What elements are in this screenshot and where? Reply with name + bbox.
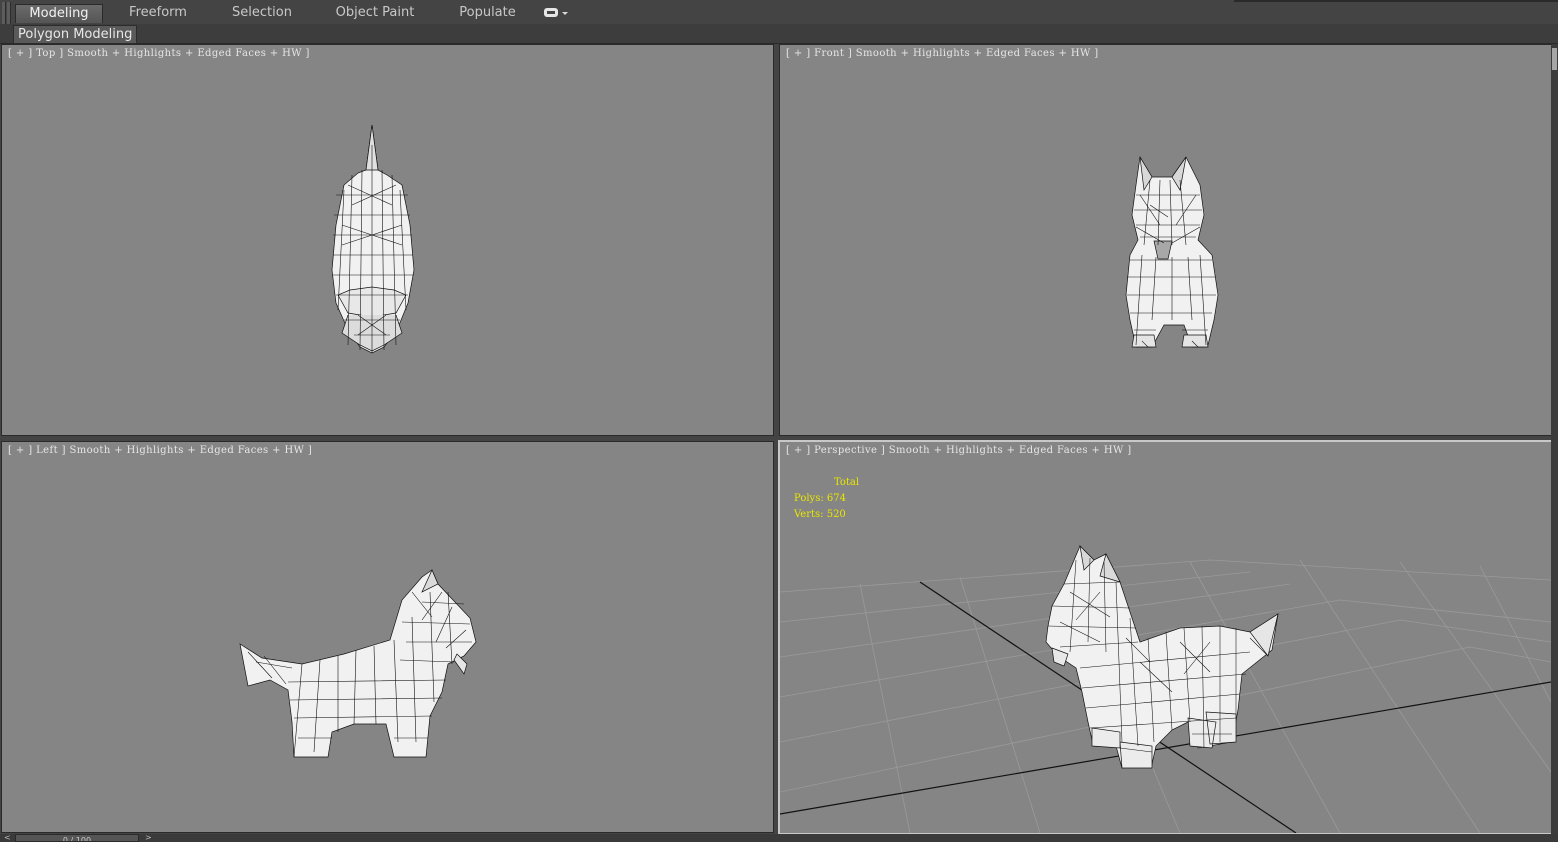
ribbon-divider bbox=[1234, 0, 1558, 2]
viewport-scrollbar-thumb[interactable] bbox=[1552, 48, 1557, 70]
perspective-scene[interactable] bbox=[780, 442, 1551, 833]
tab-object-paint[interactable]: Object Paint bbox=[330, 4, 420, 22]
viewport-left[interactable]: [ + ] Left ] Smooth + Highlights + Edged… bbox=[1, 441, 774, 833]
tab-populate[interactable]: Populate bbox=[450, 4, 525, 22]
time-slider-bar bbox=[0, 834, 1558, 842]
dog-mesh-left-view[interactable] bbox=[2, 442, 773, 832]
viewport-perspective[interactable]: [ + ] Perspective ] Smooth + Highlights … bbox=[778, 440, 1553, 835]
viewport-front[interactable]: [ + ] Front ] Smooth + Highlights + Edge… bbox=[779, 44, 1552, 436]
time-next-arrow-icon[interactable]: > bbox=[145, 833, 152, 842]
viewport-top[interactable]: [ + ] Top ] Smooth + Highlights + Edged … bbox=[1, 44, 774, 436]
tab-freeform[interactable]: Freeform bbox=[118, 4, 198, 22]
time-slider[interactable]: 0 / 100 bbox=[15, 834, 139, 842]
ribbon-options-icon[interactable] bbox=[543, 6, 571, 20]
tab-selection[interactable]: Selection bbox=[222, 4, 302, 22]
ribbon-panel-row bbox=[0, 24, 1558, 44]
dog-mesh-top-view[interactable] bbox=[2, 45, 773, 435]
ribbon-tab-bar: Modeling Freeform Selection Object Paint… bbox=[0, 0, 1558, 42]
viewport-scrollbar[interactable] bbox=[1551, 44, 1558, 834]
polygon-modeling-button[interactable]: Polygon Modeling bbox=[13, 25, 138, 44]
dog-mesh-front-view[interactable] bbox=[780, 45, 1551, 435]
tab-modeling[interactable]: Modeling bbox=[15, 4, 103, 23]
time-prev-arrow-icon[interactable]: < bbox=[4, 833, 11, 842]
